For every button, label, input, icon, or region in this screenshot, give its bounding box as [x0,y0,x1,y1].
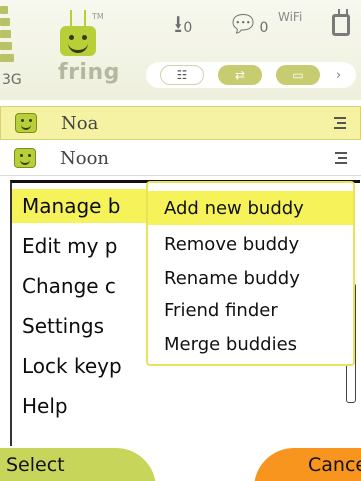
status-header: 3G TM fring ⭳ 0 💬︎ 0 WiFi ☷ ⇄ ▭ › [0,0,361,100]
menu-item-help[interactable]: Help [22,389,68,423]
tab-windows[interactable]: ▭ [276,65,320,85]
signal-strength-icon [0,6,14,68]
softkey-bar: Select Cance [0,446,361,481]
menu-item-settings[interactable]: Settings [22,309,104,343]
upload-arrow-icon: ⭳ [174,10,183,38]
wifi-label: WiFi [278,10,303,24]
chat-indicator: 💬︎ 0 [228,12,268,36]
submenu-item-merge-buddies[interactable]: Merge buddies [148,327,353,361]
menu-item-manage-buddies[interactable]: Manage b [12,189,157,223]
tab-strip: ☷ ⇄ ▭ › [146,62,356,88]
select-softkey[interactable]: Select [6,454,65,476]
tab-contacts[interactable]: ☷ [160,65,204,85]
manage-buddies-submenu: Add new buddy Remove buddy Rename buddy … [146,181,355,366]
buddy-row[interactable]: Noon [0,142,361,176]
buddy-name: Noon [60,148,110,169]
submenu-item-rename-buddy[interactable]: Rename buddy [148,261,353,295]
plug-icon [332,9,350,36]
submenu-item-add-new-buddy[interactable]: Add new buddy [148,191,353,225]
menu-item-edit-profile[interactable]: Edit my p [22,229,117,263]
buddy-online-icon [14,148,36,168]
buddy-name: Noa [61,113,99,134]
tab-transfers[interactable]: ⇄ [218,65,262,85]
antenna-icon [70,10,86,26]
submenu-item-remove-buddy[interactable]: Remove buddy [148,227,353,261]
network-type-label: 3G [2,72,22,88]
transfer-tab-icon: ⇄ [234,68,246,82]
menu-item-lock-keypad[interactable]: Lock keyp [22,349,122,383]
fring-logo: TM fring [46,4,119,94]
chat-bubble-icon: 💬︎ [228,10,259,38]
menu-item-change[interactable]: Change c [22,269,116,303]
upload-count: 0 [183,20,193,36]
buddy-online-icon [15,113,37,133]
trademark-label: TM [92,12,104,21]
buddy-row[interactable]: Noa [0,106,361,140]
chat-count: 0 [259,20,269,36]
window-tab-icon: ▭ [292,68,304,82]
app-name: fring [58,60,120,85]
buddy-status-icon [335,152,347,164]
smiley-logo-icon [60,26,96,56]
chevron-right-icon[interactable]: › [336,68,341,83]
upload-indicator: ⭳ 0 [174,12,192,36]
buddy-status-icon [334,117,346,129]
submenu-item-friend-finder[interactable]: Friend finder [148,293,353,327]
cancel-softkey[interactable]: Cance [308,454,361,476]
contacts-tab-icon: ☷ [176,68,188,82]
